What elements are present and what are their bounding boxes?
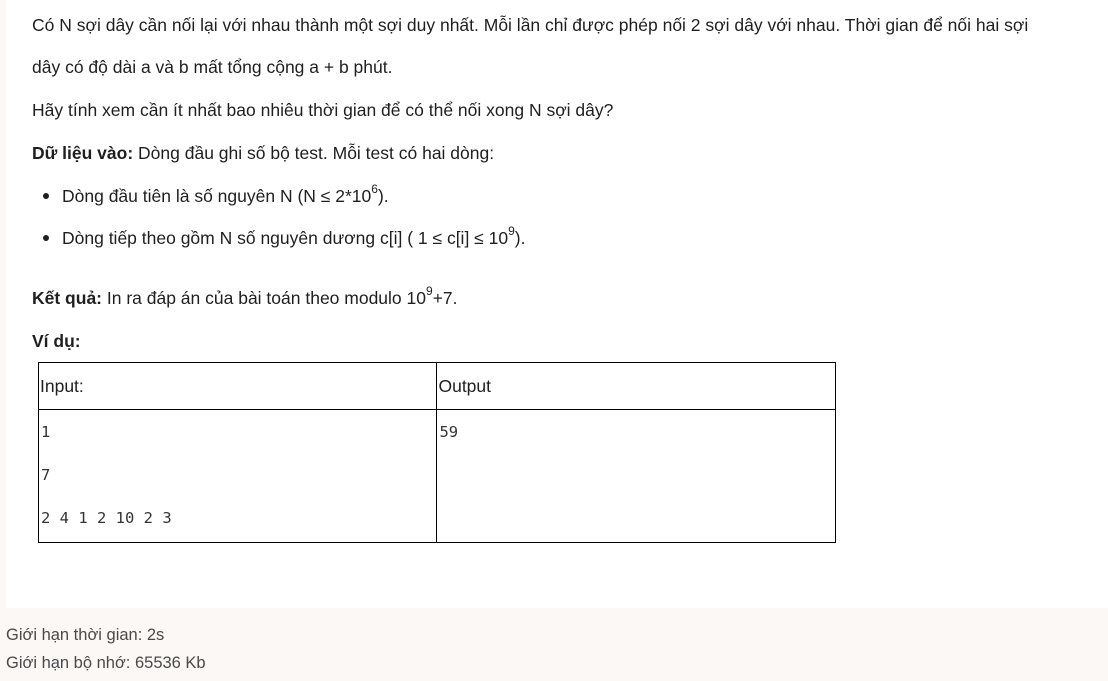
example-input-line: 1 (41, 423, 51, 441)
output-spec-end: +7. (432, 288, 458, 308)
bullet-1-exponent: 6 (371, 182, 378, 197)
problem-paragraph-line-2: dây có độ dài a và b mất tổng cộng a + b… (32, 57, 393, 77)
bullet-2-text: Dòng tiếp theo gồm N số nguyên dương c[i… (62, 228, 509, 248)
list-item: Dòng đầu tiên là số nguyên N (N ≤ 2*106)… (43, 182, 389, 208)
example-table: Input: Output 1 7 2 4 1 2 10 2 3 59 (37, 362, 836, 543)
output-spec-exponent: 9 (426, 284, 433, 299)
problem-question: Hãy tính xem cần ít nhất bao nhiêu thời … (32, 100, 614, 120)
time-limit: Giới hạn thời gian: 2s (6, 626, 165, 644)
example-input-cell: 1 7 2 4 1 2 10 2 3 (37, 409, 438, 543)
problem-paragraph-line-1: Có N sợi dây cần nối lại với nhau thành … (32, 15, 1029, 35)
table-header-row: Input: Output (37, 362, 836, 410)
table-row: 1 7 2 4 1 2 10 2 3 59 (37, 409, 836, 543)
input-spec-label: Dữ liệu vào: (32, 143, 134, 163)
bullet-icon (43, 235, 49, 241)
bullet-2-exponent: 9 (508, 224, 515, 239)
example-output-cell: 59 (436, 409, 836, 543)
output-spec: Kết quả: In ra đáp án của bài toán theo … (32, 284, 458, 310)
bullet-1-text: Dòng đầu tiên là số nguyên N (N ≤ 2*10 (62, 186, 372, 206)
output-spec-text: In ra đáp án của bài toán theo modulo 10 (102, 288, 426, 308)
input-spec-text: Dòng đầu ghi số bộ test. Mỗi test có hai… (133, 143, 495, 163)
example-input-line: 7 (41, 466, 51, 484)
memory-limit: Giới hạn bộ nhớ: 65536 Kb (6, 654, 206, 672)
output-spec-label: Kết quả: (32, 288, 102, 308)
bullet-2-end: ). (514, 228, 526, 248)
input-spec: Dữ liệu vào: Dòng đầu ghi số bộ test. Mỗ… (32, 141, 494, 165)
example-label: Ví dụ: (32, 331, 81, 351)
bullet-icon (43, 193, 49, 199)
input-column-header: Input: (37, 362, 438, 410)
example-output-line: 59 (439, 423, 459, 441)
example-input-line: 2 4 1 2 10 2 3 (41, 509, 172, 527)
bullet-1-end: ). (377, 186, 389, 206)
output-column-header: Output (436, 362, 836, 410)
list-item: Dòng tiếp theo gồm N số nguyên dương c[i… (43, 224, 526, 250)
